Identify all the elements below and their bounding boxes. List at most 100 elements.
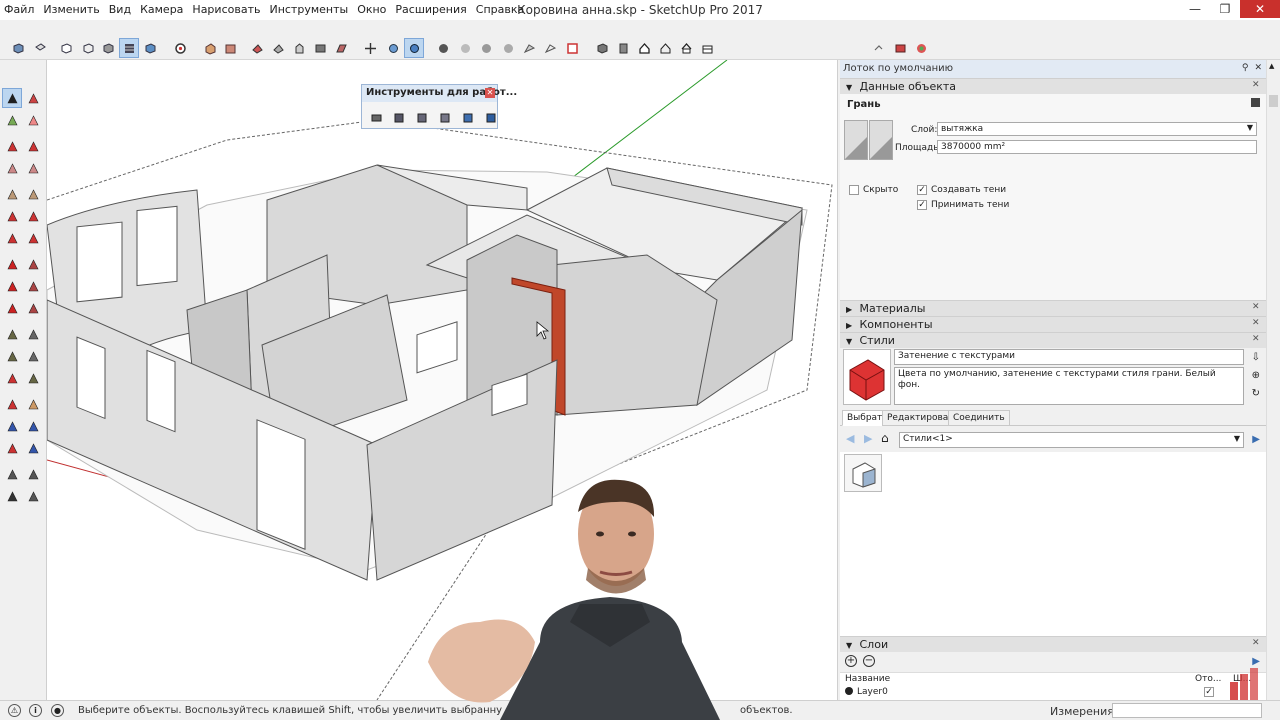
select-icon[interactable] — [2, 88, 22, 108]
credits-icon[interactable]: i — [29, 704, 42, 717]
text-icon[interactable] — [23, 346, 43, 366]
update-style-icon[interactable]: ⇩ — [1252, 352, 1260, 363]
pin-icon[interactable]: ⚲ — [1242, 63, 1249, 73]
section-plane-icon[interactable] — [592, 38, 612, 58]
menu-view[interactable]: Вид — [109, 3, 131, 16]
tray-close-icon[interactable]: ✕ — [1254, 63, 1262, 73]
add-layer-icon[interactable]: + — [845, 655, 857, 667]
zoom-window-icon[interactable] — [23, 416, 43, 436]
zoom-extents-icon[interactable] — [2, 438, 22, 458]
scale-icon[interactable] — [2, 298, 22, 318]
style-description-field[interactable]: Цвета по умолчанию, затенение с текстура… — [894, 367, 1244, 405]
offset-icon[interactable] — [23, 298, 43, 318]
close-window-button[interactable]: ✕ — [1240, 0, 1280, 18]
orbit-icon[interactable] — [383, 38, 403, 58]
follow-me-icon[interactable] — [23, 276, 43, 296]
xray-icon[interactable] — [170, 38, 190, 58]
menu-edit[interactable]: Изменить — [43, 3, 99, 16]
previous-view-icon[interactable] — [23, 438, 43, 458]
model-canvas[interactable] — [47, 60, 838, 700]
warehouse-icon[interactable] — [433, 38, 453, 58]
roof-icon[interactable] — [676, 38, 696, 58]
menu-draw[interactable]: Нарисовать — [192, 3, 260, 16]
shaded-textures-icon[interactable] — [119, 38, 139, 58]
zoom-icon[interactable] — [2, 416, 22, 436]
polygon-icon[interactable] — [23, 184, 43, 204]
refresh-icon[interactable]: ↻ — [1252, 388, 1260, 399]
front-view-icon[interactable] — [56, 38, 76, 58]
floating-toolbar-header[interactable]: Инструменты для работ... ✕ — [362, 85, 517, 102]
remove-layer-icon[interactable]: − — [863, 655, 875, 667]
solid-tools-icon[interactable] — [366, 107, 386, 127]
measurements-input[interactable] — [1112, 703, 1262, 718]
components-header[interactable]: ▶ Компоненты ✕ — [840, 316, 1266, 332]
top-view-icon[interactable] — [30, 38, 50, 58]
styles-close-icon[interactable]: ✕ — [1252, 335, 1261, 344]
materials-header[interactable]: ▶ Материалы ✕ — [840, 300, 1266, 316]
floating-toolbar-close-icon[interactable]: ✕ — [485, 88, 495, 98]
union-icon[interactable] — [389, 107, 409, 127]
intersect-solid-icon[interactable] — [481, 107, 501, 127]
component-icon[interactable] — [200, 38, 220, 58]
protractor-icon[interactable] — [2, 346, 22, 366]
move-tool-icon[interactable] — [2, 254, 22, 274]
intersect-icon[interactable] — [310, 38, 330, 58]
create-style-icon[interactable]: ⊕ — [1252, 370, 1260, 381]
forward-arrow-icon[interactable]: ▶ — [864, 432, 872, 445]
group-icon[interactable] — [247, 38, 267, 58]
move-icon[interactable] — [360, 38, 380, 58]
components-close-icon[interactable]: ✕ — [1252, 319, 1261, 328]
eraser-icon[interactable] — [23, 110, 43, 130]
extension-icon[interactable] — [455, 38, 475, 58]
extension-warehouse-icon[interactable] — [540, 38, 560, 58]
menu-help[interactable]: Справка — [476, 3, 524, 16]
cast-shadows-checkbox[interactable]: ✓ — [917, 185, 927, 195]
subtract-icon[interactable] — [331, 38, 351, 58]
layout-icon[interactable] — [562, 38, 582, 58]
style-collection-select[interactable]: Стили<1> ▼ — [899, 432, 1244, 448]
layer-select[interactable]: вытяжка ▼ — [937, 122, 1257, 136]
menu-camera[interactable]: Камера — [140, 3, 183, 16]
menu-tools[interactable]: Инструменты — [269, 3, 348, 16]
geo-location-icon[interactable]: ⚠ — [8, 704, 21, 717]
3d-viewport[interactable] — [46, 60, 838, 700]
back-material-swatch[interactable] — [869, 120, 893, 160]
hidden-checkbox[interactable] — [849, 185, 859, 195]
push-pull-icon[interactable] — [23, 254, 43, 274]
walk-icon[interactable] — [2, 486, 22, 506]
tape-measure-icon[interactable] — [2, 324, 22, 344]
dimension-icon[interactable] — [23, 324, 43, 344]
scroll-thumb[interactable] — [1269, 95, 1278, 107]
rotated-rect-icon[interactable] — [23, 158, 43, 178]
plugin-icon[interactable] — [911, 38, 931, 58]
paint-icon[interactable] — [220, 38, 240, 58]
menu-window[interactable]: Окно — [357, 3, 386, 16]
pan-tool-icon[interactable] — [23, 394, 43, 414]
orbit-tool-icon[interactable] — [2, 394, 22, 414]
back-view-icon[interactable] — [98, 38, 118, 58]
arc-icon[interactable] — [2, 206, 22, 226]
floating-toolbar[interactable]: Инструменты для работ... ✕ — [361, 84, 517, 129]
share-model-icon[interactable] — [476, 38, 496, 58]
layers-close-icon[interactable]: ✕ — [1252, 639, 1261, 648]
axes-icon[interactable] — [2, 368, 22, 388]
look-around-icon[interactable] — [23, 464, 43, 484]
monochrome-icon[interactable] — [140, 38, 160, 58]
entity-info-toggle-icon[interactable] — [1251, 98, 1260, 107]
outer-shell-icon[interactable] — [289, 38, 309, 58]
get-models-icon[interactable] — [498, 38, 518, 58]
make-component-icon[interactable] — [23, 88, 43, 108]
details-arrow-icon[interactable]: ▶ — [1252, 434, 1260, 445]
garage-icon[interactable] — [697, 38, 717, 58]
user-icon[interactable]: ● — [51, 704, 64, 717]
pie-icon[interactable] — [23, 228, 43, 248]
style-swatch[interactable] — [844, 454, 882, 492]
section-tool-icon[interactable] — [23, 486, 43, 506]
right-view-icon[interactable] — [78, 38, 98, 58]
tray-scrollbar[interactable]: ▲ — [1266, 60, 1280, 700]
undo-icon[interactable] — [868, 38, 888, 58]
entity-info-header[interactable]: ▼ Данные объекта ✕ — [840, 78, 1266, 94]
trim-icon[interactable] — [435, 107, 455, 127]
circle-icon[interactable] — [2, 184, 22, 204]
menu-file[interactable]: Файл — [4, 3, 34, 16]
